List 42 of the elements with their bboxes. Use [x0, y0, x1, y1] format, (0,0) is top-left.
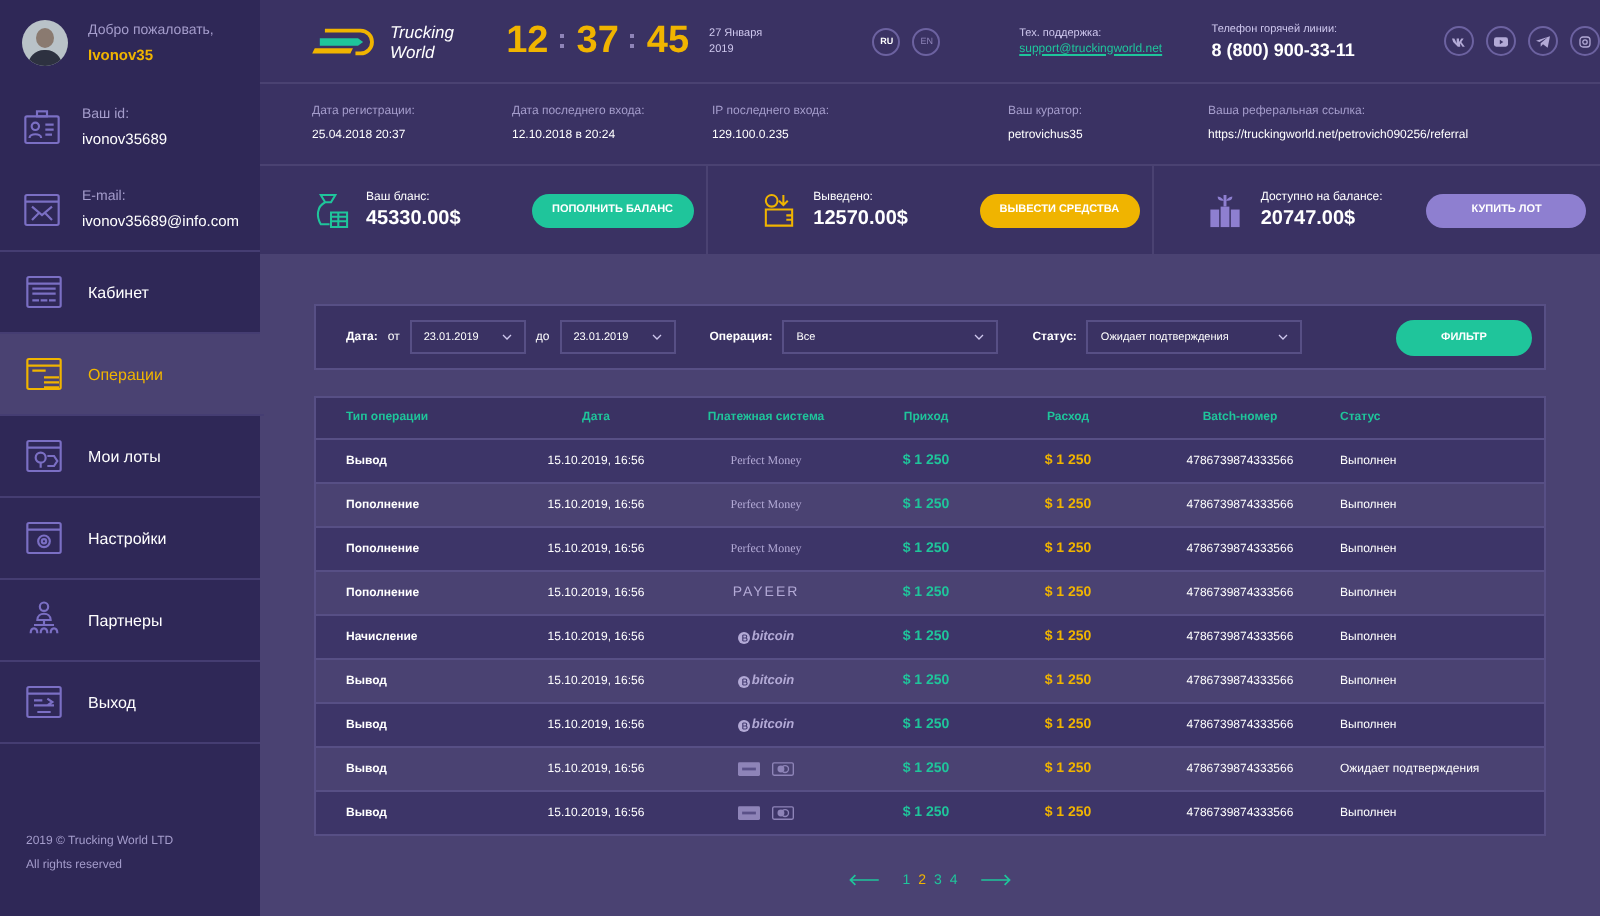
phone-number: 8 (800) 900-33-11: [1211, 39, 1357, 59]
paper-plane-icon[interactable]: [1527, 26, 1558, 56]
bitcoin-icon: [737, 631, 750, 643]
id-card-icon: [22, 107, 62, 147]
card-icon: [738, 762, 760, 776]
card-icon: [772, 806, 794, 820]
clock-separator-icon: [630, 34, 635, 48]
vk-icon[interactable]: [1443, 26, 1474, 56]
card-icon: [772, 762, 794, 776]
coins-wallet-icon: [759, 191, 798, 229]
avatar: [22, 20, 68, 66]
video-play-icon[interactable]: [1485, 26, 1516, 56]
menu-item-icon: [24, 354, 64, 394]
menu-item-icon: [24, 682, 64, 722]
chevron-down-icon: [501, 334, 512, 340]
previous-page-arrow-icon[interactable]: [848, 872, 881, 888]
mail-icon: [22, 189, 62, 229]
chevron-down-icon: [1278, 334, 1289, 340]
clock-digits: 12: [506, 19, 549, 63]
menu-item-icon: [24, 436, 64, 476]
clock-digits: 45: [646, 19, 690, 63]
camera-icon[interactable]: [1569, 26, 1600, 56]
next-page-arrow-icon[interactable]: [979, 872, 1012, 888]
logo-icon: [312, 27, 376, 55]
menu-item-icon: [24, 518, 64, 558]
chevron-down-icon: [974, 334, 985, 340]
chevron-down-icon: [651, 334, 662, 340]
sidebar-item[interactable]: Настройки: [0, 498, 260, 580]
card-icon: [738, 806, 760, 820]
logo-text: Trucking World: [390, 21, 454, 61]
sidebar-item[interactable]: Партнеры: [0, 580, 260, 662]
menu-item-icon: [24, 272, 64, 312]
clock-separator-icon: [560, 34, 565, 48]
sidebar-item[interactable]: Операции: [0, 334, 264, 416]
balance-amount: 45330.00$: [366, 207, 463, 229]
balance-amount: 20747.00$: [1260, 207, 1358, 229]
balance-amount: 12570.00$: [813, 207, 910, 229]
clock-digits: 37: [576, 19, 619, 63]
sidebar-item[interactable]: Выход: [0, 662, 260, 744]
bitcoin-icon: [737, 675, 750, 687]
bitcoin-icon: [737, 719, 750, 731]
sidebar-item[interactable]: Мои лоты: [0, 416, 260, 498]
